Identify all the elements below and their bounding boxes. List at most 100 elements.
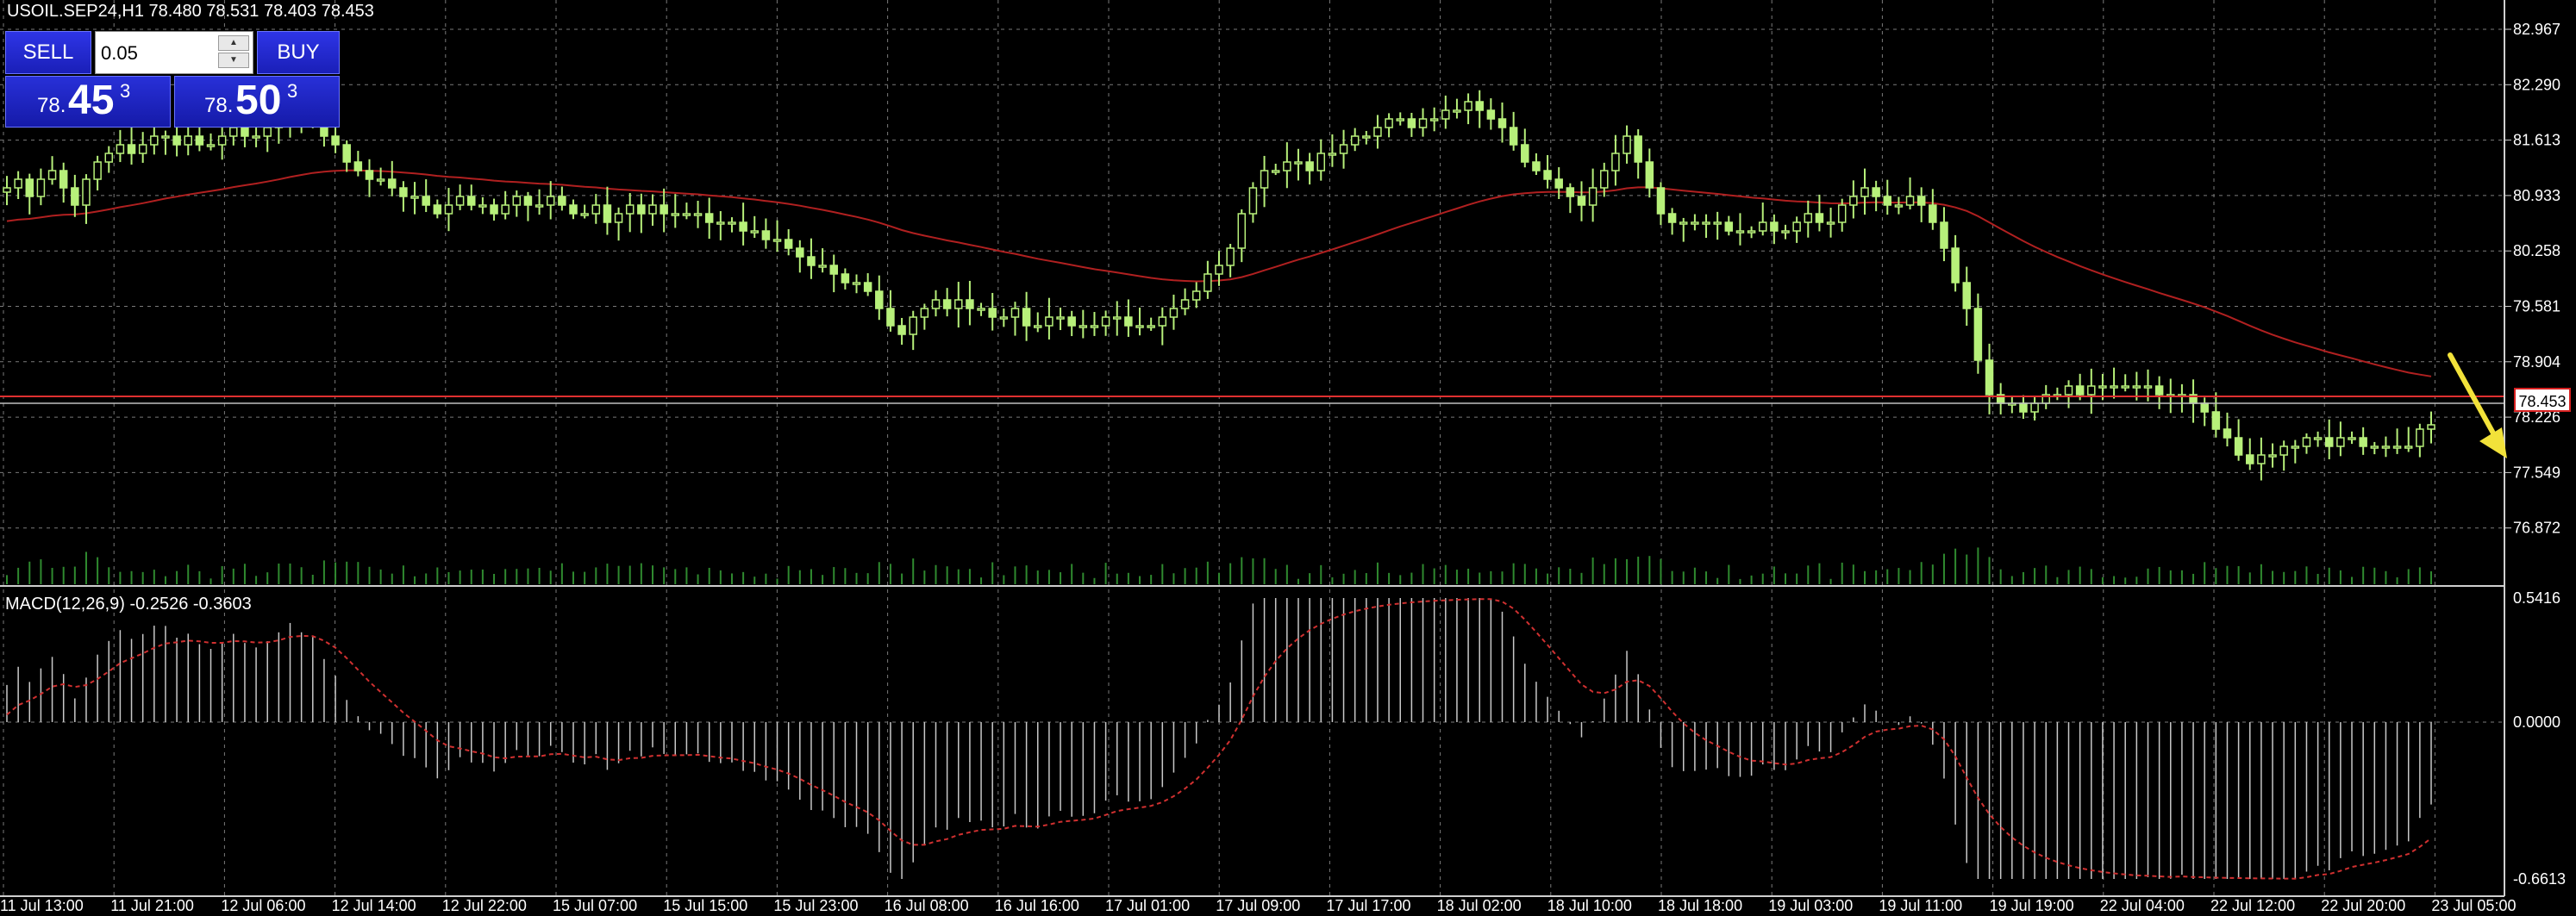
candle-body (1588, 187, 1597, 206)
candle-body (750, 230, 760, 234)
candle-body (1916, 196, 1926, 206)
candle-body (455, 196, 465, 206)
bid-price-pips: 45 (68, 78, 115, 123)
time-axis-label: 19 Jul 19:00 (1990, 897, 2074, 912)
volume-input[interactable] (99, 37, 215, 70)
candle-body (1872, 187, 1880, 197)
candle-body (1702, 221, 1710, 225)
candle-body (1815, 213, 1824, 223)
time-axis-label: 17 Jul 01:00 (1105, 897, 1190, 912)
price-axis-label: 82.967 (2513, 21, 2560, 38)
price-axis-label: 80.933 (2513, 187, 2560, 204)
time-axis-label: 18 Jul 18:00 (1658, 897, 1742, 912)
candle-body (433, 204, 442, 215)
candle-body (104, 153, 114, 163)
candle-body (614, 213, 623, 223)
candle-body (1158, 316, 1167, 327)
candle-body (195, 135, 204, 146)
candle-body (252, 135, 260, 139)
candle-body (1951, 247, 1960, 284)
chart-window[interactable]: 82.967 82.290 81.613 80.933 80.258 79.581 78.9… (0, 0, 2576, 914)
candle-body (2087, 385, 2096, 396)
time-axis-label: 16 Jul 16:00 (995, 897, 1079, 912)
candle-body (1453, 109, 1461, 113)
candle-body (1283, 161, 1291, 171)
candle-body (1600, 170, 1609, 189)
time-axis-label: 15 Jul 07:00 (553, 897, 637, 912)
price-chart[interactable]: 82.967 82.290 81.613 80.933 80.258 79.581 78.9… (0, 0, 2576, 914)
candle-body (1532, 161, 1541, 171)
volume-spinner[interactable]: ▲ ▼ (218, 35, 249, 70)
volume-field[interactable]: ▲ ▼ (95, 31, 253, 74)
candle-body (1067, 316, 1076, 327)
candle-body (1804, 213, 1813, 223)
candle-body (1735, 230, 1745, 234)
ask-price-prefix: 78. (204, 94, 234, 117)
candle-body (2279, 446, 2288, 456)
candle-body (569, 204, 578, 215)
candle-body (1792, 221, 1801, 232)
bid-price[interactable]: 78. 45 3 (5, 76, 171, 128)
candle-body (660, 204, 668, 215)
ask-price-pips: 50 (235, 78, 282, 123)
candle-body (1497, 118, 1507, 128)
time-axis-label: 22 Jul 20:00 (2321, 897, 2405, 912)
candle-body (2427, 424, 2435, 430)
candle-body (1124, 316, 1133, 327)
candle-body (2313, 437, 2323, 440)
candle-body (1350, 135, 1360, 146)
macd-indicator-label: MACD(12,26,9) -0.2526 -0.3603 (5, 595, 252, 614)
time-axis-label: 15 Jul 23:00 (773, 897, 858, 912)
candle-body (1883, 196, 1892, 206)
candle-body (1204, 273, 1212, 292)
time-axis-label: 11 Jul 21:00 (110, 897, 194, 912)
candle-body (739, 221, 747, 232)
buy-button[interactable]: BUY (257, 31, 340, 74)
spin-down-icon[interactable]: ▼ (218, 53, 249, 68)
candle-body (59, 170, 68, 189)
candle-body (2200, 402, 2209, 413)
candle-body (422, 196, 430, 206)
symbol-header: USOIL.SEP24,H1 78.480 78.531 78.403 78.4… (7, 2, 374, 21)
sell-button[interactable]: SELL (5, 31, 91, 74)
candle-body (1056, 316, 1065, 320)
axes: 82.967 82.290 81.613 80.933 80.258 79.581 78.9… (0, 0, 2566, 914)
candle-body (2154, 385, 2164, 396)
candle-body (1543, 170, 1552, 180)
candle-body (535, 204, 544, 208)
candle-body (1849, 196, 1858, 206)
candle-body (263, 127, 272, 137)
candle-body (1101, 316, 1110, 327)
candle-body (1248, 187, 1258, 215)
candle-body (2348, 437, 2356, 440)
price-axis-label: 81.613 (2513, 132, 2560, 149)
candle-body (490, 204, 498, 215)
candle-body (36, 178, 46, 197)
candle-body (728, 221, 736, 225)
candle-body (116, 144, 125, 154)
grid (0, 0, 2504, 896)
candle-body (150, 135, 159, 146)
candle-body (999, 316, 1009, 320)
time-axis-label: 22 Jul 12:00 (2210, 897, 2295, 912)
candle-body (796, 247, 804, 258)
candle-body (1180, 299, 1190, 309)
candle-body (2336, 437, 2345, 447)
candle-body (399, 187, 408, 197)
candle-body (1747, 230, 1756, 234)
spin-up-icon[interactable]: ▲ (218, 35, 249, 51)
candle-body (1667, 213, 1677, 223)
candle-body (478, 204, 487, 208)
ask-price[interactable]: 78. 50 3 (174, 76, 340, 128)
price-axis-label: 76.872 (2513, 520, 2560, 537)
candle-body (1226, 247, 1235, 266)
current-price-line (0, 396, 2504, 404)
candle-body (1418, 118, 1428, 128)
candle-body (2030, 402, 2039, 413)
candle-body (1169, 308, 1179, 318)
candle-body (2211, 411, 2221, 430)
candle-body (637, 204, 646, 215)
candle-body (1554, 178, 1563, 189)
candle-body (591, 204, 601, 215)
candle-body (886, 308, 895, 327)
